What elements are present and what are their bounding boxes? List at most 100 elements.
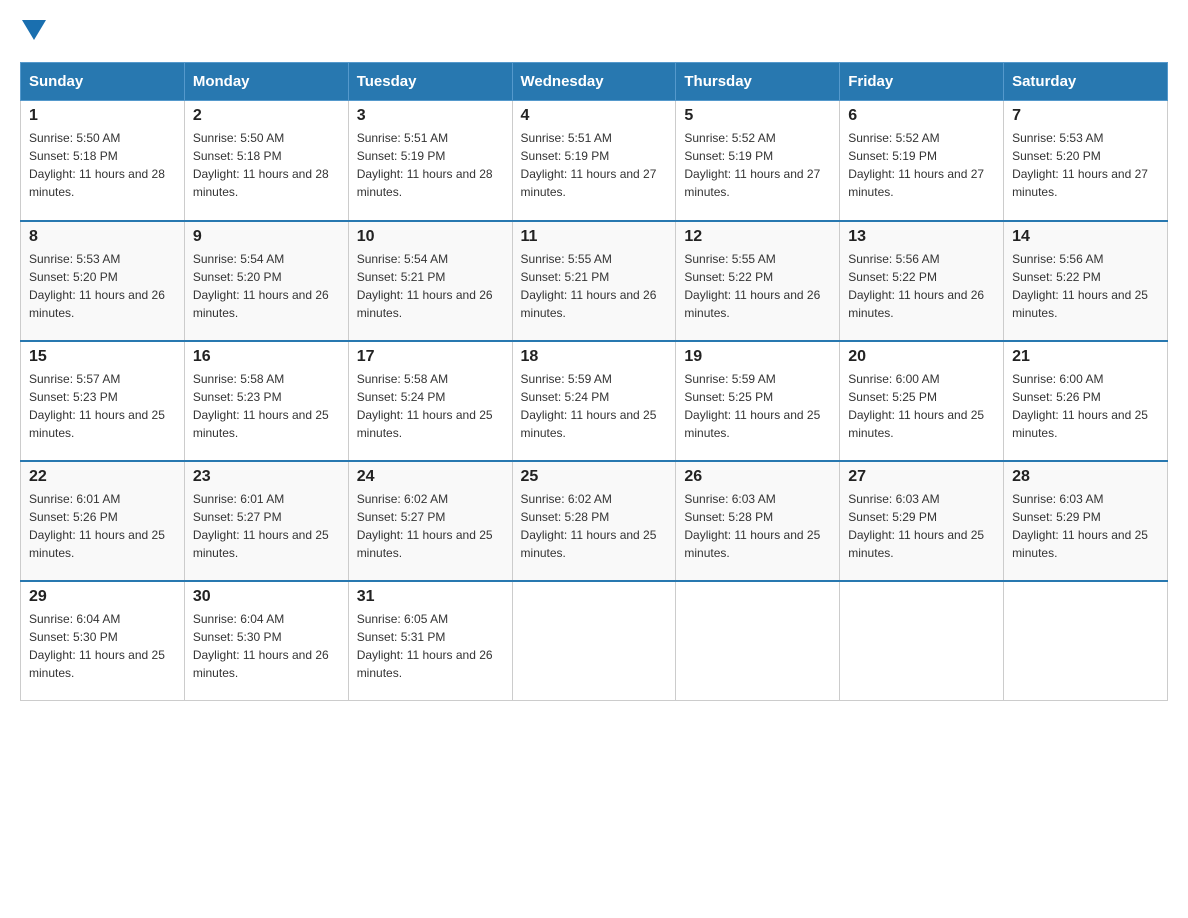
day-info: Sunrise: 5:51 AM Sunset: 5:19 PM Dayligh… [521, 129, 668, 201]
calendar-cell: 17 Sunrise: 5:58 AM Sunset: 5:24 PM Dayl… [348, 341, 512, 461]
day-info: Sunrise: 5:58 AM Sunset: 5:23 PM Dayligh… [193, 370, 340, 442]
column-header-thursday: Thursday [676, 63, 840, 101]
day-number: 27 [848, 468, 995, 486]
day-info: Sunrise: 6:03 AM Sunset: 5:28 PM Dayligh… [684, 490, 831, 562]
day-info: Sunrise: 5:54 AM Sunset: 5:21 PM Dayligh… [357, 250, 504, 322]
calendar-cell: 29 Sunrise: 6:04 AM Sunset: 5:30 PM Dayl… [21, 581, 185, 701]
day-info: Sunrise: 5:55 AM Sunset: 5:22 PM Dayligh… [684, 250, 831, 322]
calendar-cell: 25 Sunrise: 6:02 AM Sunset: 5:28 PM Dayl… [512, 461, 676, 581]
day-info: Sunrise: 5:57 AM Sunset: 5:23 PM Dayligh… [29, 370, 176, 442]
page-header [20, 20, 1168, 42]
calendar-cell: 8 Sunrise: 5:53 AM Sunset: 5:20 PM Dayli… [21, 221, 185, 341]
day-number: 16 [193, 348, 340, 366]
day-info: Sunrise: 5:55 AM Sunset: 5:21 PM Dayligh… [521, 250, 668, 322]
day-number: 4 [521, 107, 668, 125]
day-info: Sunrise: 5:59 AM Sunset: 5:25 PM Dayligh… [684, 370, 831, 442]
day-info: Sunrise: 6:04 AM Sunset: 5:30 PM Dayligh… [193, 610, 340, 682]
day-number: 11 [521, 228, 668, 246]
calendar-cell: 20 Sunrise: 6:00 AM Sunset: 5:25 PM Dayl… [840, 341, 1004, 461]
calendar-cell: 31 Sunrise: 6:05 AM Sunset: 5:31 PM Dayl… [348, 581, 512, 701]
day-number: 31 [357, 588, 504, 606]
day-number: 20 [848, 348, 995, 366]
day-number: 10 [357, 228, 504, 246]
day-number: 24 [357, 468, 504, 486]
day-number: 6 [848, 107, 995, 125]
calendar-cell: 30 Sunrise: 6:04 AM Sunset: 5:30 PM Dayl… [184, 581, 348, 701]
calendar-week-row: 8 Sunrise: 5:53 AM Sunset: 5:20 PM Dayli… [21, 221, 1168, 341]
calendar-week-row: 15 Sunrise: 5:57 AM Sunset: 5:23 PM Dayl… [21, 341, 1168, 461]
day-info: Sunrise: 5:50 AM Sunset: 5:18 PM Dayligh… [193, 129, 340, 201]
day-number: 23 [193, 468, 340, 486]
column-header-friday: Friday [840, 63, 1004, 101]
day-number: 30 [193, 588, 340, 606]
day-info: Sunrise: 5:52 AM Sunset: 5:19 PM Dayligh… [684, 129, 831, 201]
calendar-cell: 26 Sunrise: 6:03 AM Sunset: 5:28 PM Dayl… [676, 461, 840, 581]
day-info: Sunrise: 5:56 AM Sunset: 5:22 PM Dayligh… [1012, 250, 1159, 322]
calendar-cell: 27 Sunrise: 6:03 AM Sunset: 5:29 PM Dayl… [840, 461, 1004, 581]
day-number: 18 [521, 348, 668, 366]
day-number: 12 [684, 228, 831, 246]
day-info: Sunrise: 6:02 AM Sunset: 5:27 PM Dayligh… [357, 490, 504, 562]
calendar-cell: 1 Sunrise: 5:50 AM Sunset: 5:18 PM Dayli… [21, 101, 185, 221]
day-number: 28 [1012, 468, 1159, 486]
day-info: Sunrise: 5:54 AM Sunset: 5:20 PM Dayligh… [193, 250, 340, 322]
day-number: 1 [29, 107, 176, 125]
day-info: Sunrise: 5:50 AM Sunset: 5:18 PM Dayligh… [29, 129, 176, 201]
day-number: 22 [29, 468, 176, 486]
day-number: 2 [193, 107, 340, 125]
calendar-cell: 21 Sunrise: 6:00 AM Sunset: 5:26 PM Dayl… [1004, 341, 1168, 461]
calendar-cell: 2 Sunrise: 5:50 AM Sunset: 5:18 PM Dayli… [184, 101, 348, 221]
calendar-cell [512, 581, 676, 701]
column-header-monday: Monday [184, 63, 348, 101]
calendar-cell: 6 Sunrise: 5:52 AM Sunset: 5:19 PM Dayli… [840, 101, 1004, 221]
day-info: Sunrise: 5:56 AM Sunset: 5:22 PM Dayligh… [848, 250, 995, 322]
column-header-sunday: Sunday [21, 63, 185, 101]
day-info: Sunrise: 6:01 AM Sunset: 5:27 PM Dayligh… [193, 490, 340, 562]
day-number: 29 [29, 588, 176, 606]
column-header-wednesday: Wednesday [512, 63, 676, 101]
calendar-cell: 3 Sunrise: 5:51 AM Sunset: 5:19 PM Dayli… [348, 101, 512, 221]
calendar-cell: 19 Sunrise: 5:59 AM Sunset: 5:25 PM Dayl… [676, 341, 840, 461]
day-number: 8 [29, 228, 176, 246]
day-number: 5 [684, 107, 831, 125]
calendar-header-row: SundayMondayTuesdayWednesdayThursdayFrid… [21, 63, 1168, 101]
calendar-cell: 13 Sunrise: 5:56 AM Sunset: 5:22 PM Dayl… [840, 221, 1004, 341]
logo [20, 20, 46, 42]
calendar-cell [840, 581, 1004, 701]
calendar-cell: 14 Sunrise: 5:56 AM Sunset: 5:22 PM Dayl… [1004, 221, 1168, 341]
day-number: 19 [684, 348, 831, 366]
day-number: 17 [357, 348, 504, 366]
day-number: 14 [1012, 228, 1159, 246]
day-info: Sunrise: 5:53 AM Sunset: 5:20 PM Dayligh… [29, 250, 176, 322]
day-info: Sunrise: 5:51 AM Sunset: 5:19 PM Dayligh… [357, 129, 504, 201]
day-number: 9 [193, 228, 340, 246]
calendar-cell: 4 Sunrise: 5:51 AM Sunset: 5:19 PM Dayli… [512, 101, 676, 221]
day-info: Sunrise: 6:02 AM Sunset: 5:28 PM Dayligh… [521, 490, 668, 562]
day-info: Sunrise: 5:59 AM Sunset: 5:24 PM Dayligh… [521, 370, 668, 442]
day-number: 15 [29, 348, 176, 366]
calendar-week-row: 22 Sunrise: 6:01 AM Sunset: 5:26 PM Dayl… [21, 461, 1168, 581]
day-info: Sunrise: 6:04 AM Sunset: 5:30 PM Dayligh… [29, 610, 176, 682]
calendar-cell [676, 581, 840, 701]
day-info: Sunrise: 5:53 AM Sunset: 5:20 PM Dayligh… [1012, 129, 1159, 201]
calendar-cell: 11 Sunrise: 5:55 AM Sunset: 5:21 PM Dayl… [512, 221, 676, 341]
day-number: 25 [521, 468, 668, 486]
column-header-tuesday: Tuesday [348, 63, 512, 101]
calendar-cell [1004, 581, 1168, 701]
calendar-cell: 22 Sunrise: 6:01 AM Sunset: 5:26 PM Dayl… [21, 461, 185, 581]
calendar-cell: 9 Sunrise: 5:54 AM Sunset: 5:20 PM Dayli… [184, 221, 348, 341]
day-info: Sunrise: 6:03 AM Sunset: 5:29 PM Dayligh… [848, 490, 995, 562]
day-number: 13 [848, 228, 995, 246]
column-header-saturday: Saturday [1004, 63, 1168, 101]
calendar-week-row: 29 Sunrise: 6:04 AM Sunset: 5:30 PM Dayl… [21, 581, 1168, 701]
calendar-cell: 23 Sunrise: 6:01 AM Sunset: 5:27 PM Dayl… [184, 461, 348, 581]
calendar-cell: 10 Sunrise: 5:54 AM Sunset: 5:21 PM Dayl… [348, 221, 512, 341]
calendar-cell: 18 Sunrise: 5:59 AM Sunset: 5:24 PM Dayl… [512, 341, 676, 461]
logo-triangle-icon [22, 20, 46, 40]
calendar-cell: 24 Sunrise: 6:02 AM Sunset: 5:27 PM Dayl… [348, 461, 512, 581]
day-info: Sunrise: 6:01 AM Sunset: 5:26 PM Dayligh… [29, 490, 176, 562]
calendar-cell: 28 Sunrise: 6:03 AM Sunset: 5:29 PM Dayl… [1004, 461, 1168, 581]
day-number: 21 [1012, 348, 1159, 366]
day-number: 7 [1012, 107, 1159, 125]
day-info: Sunrise: 6:00 AM Sunset: 5:26 PM Dayligh… [1012, 370, 1159, 442]
